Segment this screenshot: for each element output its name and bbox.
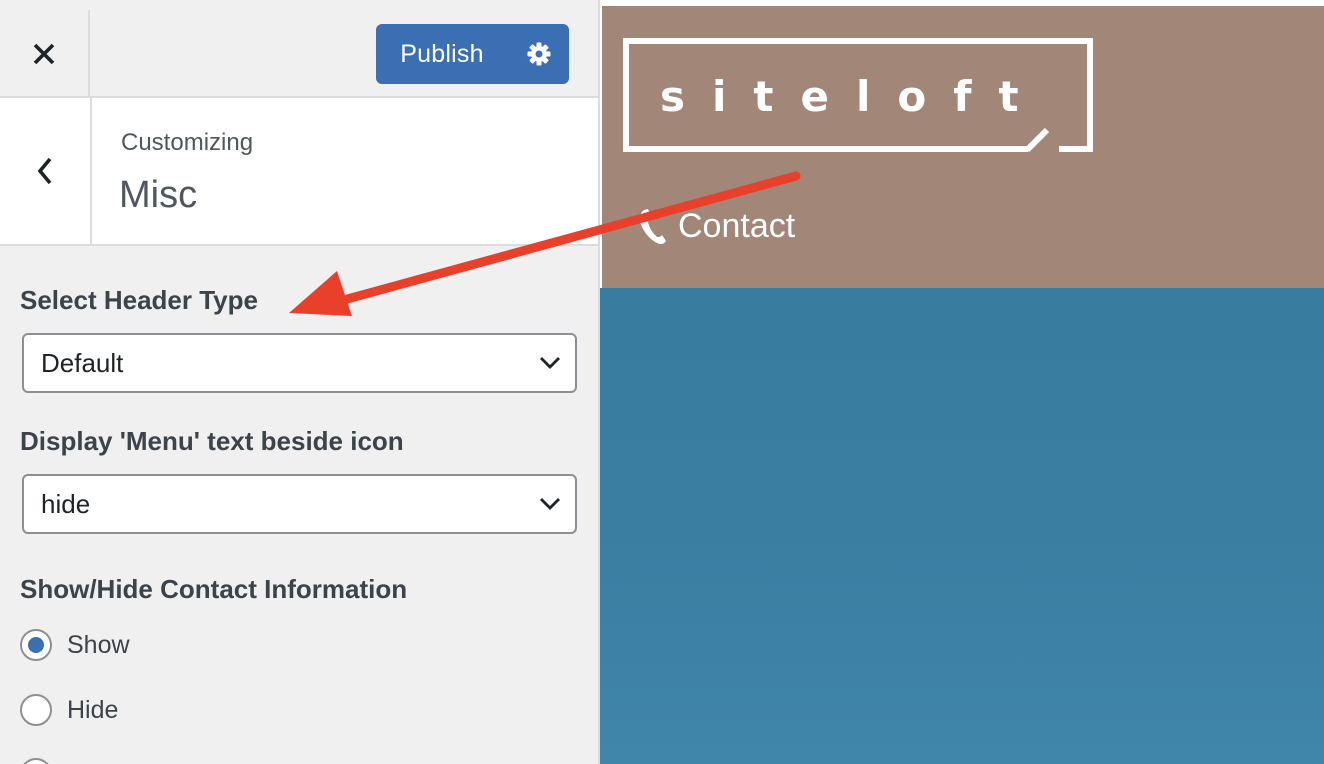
menu-text-value: hide xyxy=(41,488,91,519)
hero-background xyxy=(600,288,1324,764)
chevron-down-icon xyxy=(540,498,560,510)
customizer-sidebar: Publish Customizing Misc Select Header T… xyxy=(0,0,600,764)
chevron-left-icon xyxy=(37,157,52,185)
radio-button[interactable] xyxy=(20,694,52,726)
radio-selected-dot xyxy=(28,637,44,653)
contact-link[interactable]: Contact xyxy=(638,204,795,248)
close-icon xyxy=(33,43,55,65)
site-preview: siteloft Contact xyxy=(600,0,1324,764)
menu-text-select[interactable]: hide xyxy=(22,474,577,534)
radio-partial[interactable] xyxy=(20,756,52,764)
header-type-label: Select Header Type xyxy=(20,285,258,315)
radio-label: Hide xyxy=(67,695,119,724)
radio-hide[interactable]: Hide xyxy=(20,692,118,728)
site-logo[interactable]: siteloft xyxy=(623,38,1093,153)
header-type-value: Default xyxy=(41,347,124,378)
back-button[interactable] xyxy=(0,98,92,244)
publish-button[interactable]: Publish xyxy=(376,24,569,84)
section-header: Customizing Misc xyxy=(0,98,598,246)
chevron-down-icon xyxy=(540,357,560,369)
publish-settings-button[interactable] xyxy=(508,24,569,84)
site-header: siteloft Contact xyxy=(602,6,1324,288)
logo-text: siteloft xyxy=(660,72,1046,121)
publish-label: Publish xyxy=(400,39,484,68)
section-title: Misc xyxy=(119,174,198,216)
menu-text-label: Display 'Menu' text beside icon xyxy=(20,426,404,456)
radio-show[interactable]: Show xyxy=(20,627,130,663)
phone-icon xyxy=(639,209,666,245)
close-button[interactable] xyxy=(0,10,90,98)
radio-button[interactable] xyxy=(20,758,52,764)
header-type-select[interactable]: Default xyxy=(22,333,577,393)
contact-info-label: Show/Hide Contact Information xyxy=(20,574,408,604)
radio-label: Show xyxy=(67,630,130,659)
gear-icon xyxy=(527,42,550,66)
customizer-header: Publish xyxy=(0,0,598,98)
breadcrumb: Customizing xyxy=(121,129,254,156)
radio-button[interactable] xyxy=(20,629,52,661)
contact-label: Contact xyxy=(678,206,796,245)
